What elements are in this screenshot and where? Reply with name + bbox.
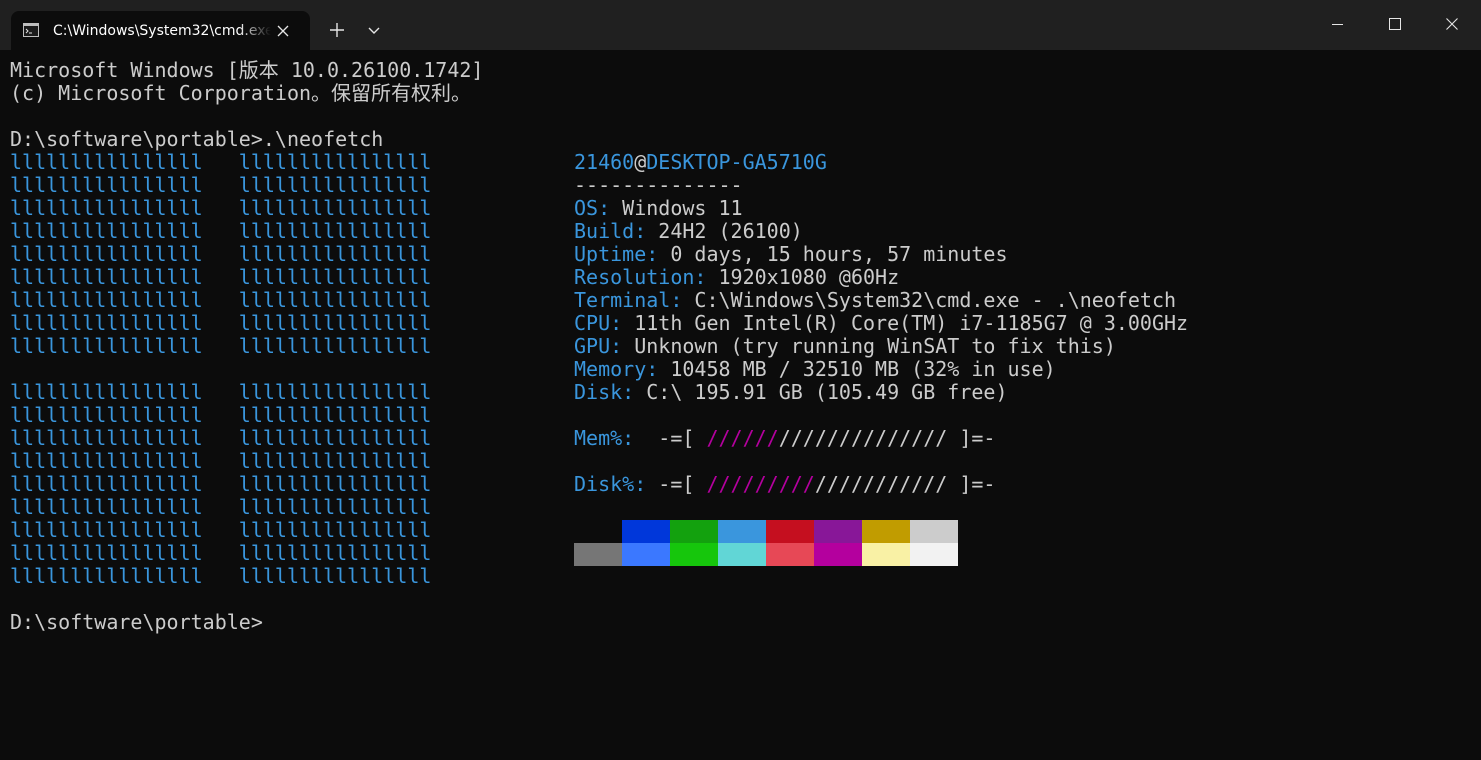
terminal-window: C:\Windows\System32\cmd.exe Microsoft Wi… (0, 0, 1481, 760)
info-os: OS: Windows 11 (574, 196, 743, 220)
color-swatch (910, 543, 958, 566)
info-resolution: Resolution: 1920x1080 @60Hz (574, 265, 900, 289)
mem-free-segment: ////////////// (778, 426, 948, 450)
plus-icon (330, 23, 344, 37)
color-swatch (718, 520, 766, 543)
prompt-line[interactable]: D:\software\portable> (10, 611, 263, 634)
tab-cmd[interactable]: C:\Windows\System32\cmd.exe (11, 11, 310, 50)
palette-row-dark (574, 520, 958, 543)
windows-logo-ascii: llllllllllllllll llllllllllllllll llllll… (10, 151, 431, 588)
at-sign: @ (634, 150, 647, 174)
logo-row: llllllllllllllll llllllllllllllll (10, 311, 432, 335)
info-memory: Memory: 10458 MB / 32510 MB (32% in use) (574, 357, 1056, 381)
logo-row: llllllllllllllll llllllllllllllll (10, 265, 432, 289)
command-line: D:\software\portable>.\neofetch (10, 127, 384, 151)
logo-row: llllllllllllllll llllllllllllllll (10, 173, 432, 197)
logo-row: llllllllllllllll llllllllllllllll (10, 403, 432, 427)
tab-title: C:\Windows\System32\cmd.exe (53, 23, 271, 39)
logo-row: llllllllllllllll llllllllllllllll (10, 242, 432, 266)
logo-row: llllllllllllllll llllllllllllllll (10, 380, 432, 404)
system-info: 21460@DESKTOP-GA5710G -------------- OS:… (574, 151, 1188, 496)
logo-row: llllllllllllllll llllllllllllllll (10, 219, 432, 243)
color-swatch (910, 520, 958, 543)
logo-row: llllllllllllllll llllllllllllllll (10, 196, 432, 220)
mem-used-segment: ////// (706, 426, 779, 450)
info-uptime: Uptime: 0 days, 15 hours, 57 minutes (574, 242, 1008, 266)
info-build: Build: 24H2 (26100) (574, 219, 803, 243)
info-gpu: GPU: Unknown (try running WinSAT to fix … (574, 334, 1116, 358)
color-swatch (670, 520, 718, 543)
logo-row: llllllllllllllll llllllllllllllll (10, 288, 432, 312)
new-tab-button[interactable] (321, 14, 353, 46)
color-swatch (670, 543, 718, 566)
version-line: Microsoft Windows [版本 10.0.26100.1742] (10, 58, 484, 82)
logo-row: llllllllllllllll llllllllllllllll (10, 150, 432, 174)
color-swatch (814, 543, 862, 566)
logo-row: llllllllllllllll llllllllllllllll (10, 472, 432, 496)
close-icon (1446, 18, 1458, 30)
disk-free-segment: /////////// (814, 472, 948, 496)
logo-gap (10, 358, 431, 381)
cmd-icon (23, 23, 39, 37)
close-window-button[interactable] (1423, 0, 1481, 50)
color-swatch (814, 520, 862, 543)
color-swatch (718, 543, 766, 566)
color-swatch (862, 543, 910, 566)
maximize-button[interactable] (1366, 0, 1424, 50)
info-disk: Disk: C:\ 195.91 GB (105.49 GB free) (574, 380, 1008, 404)
color-swatch (766, 543, 814, 566)
disk-usage-bar: Disk%: -=[ //////////////////// ]=- (574, 472, 996, 496)
color-swatch (622, 520, 670, 543)
terminal-content[interactable]: Microsoft Windows [版本 10.0.26100.1742] (… (0, 50, 1481, 760)
tab-close-icon[interactable] (273, 21, 293, 41)
color-palette (574, 520, 958, 566)
hostname: DESKTOP-GA5710G (646, 150, 827, 174)
color-swatch (574, 543, 622, 566)
user-host-line: 21460@DESKTOP-GA5710G (574, 151, 1188, 174)
palette-row-bright (574, 543, 958, 566)
logo-row: llllllllllllllll llllllllllllllll (10, 564, 432, 588)
mem-usage-bar: Mem%: -=[ //////////////////// ]=- (574, 426, 996, 450)
logo-row: llllllllllllllll llllllllllllllll (10, 495, 432, 519)
chevron-down-icon (368, 27, 380, 34)
title-bar[interactable]: C:\Windows\System32\cmd.exe (0, 0, 1481, 50)
logo-row: llllllllllllllll llllllllllllllll (10, 518, 432, 542)
logo-row: llllllllllllllll llllllllllllllll (10, 426, 432, 450)
maximize-icon (1389, 18, 1401, 30)
logo-row: llllllllllllllll llllllllllllllll (10, 334, 432, 358)
info-cpu: CPU: 11th Gen Intel(R) Core(TM) i7-1185G… (574, 311, 1189, 335)
username: 21460 (574, 150, 635, 174)
copyright-line: (c) Microsoft Corporation。保留所有权利。 (10, 81, 472, 105)
color-swatch (574, 520, 622, 543)
separator-line: -------------- (574, 173, 743, 197)
color-swatch (862, 520, 910, 543)
disk-used-segment: ///////// (706, 472, 815, 496)
tab-dropdown-button[interactable] (358, 14, 390, 46)
logo-row: llllllllllllllll llllllllllllllll (10, 449, 432, 473)
info-terminal: Terminal: C:\Windows\System32\cmd.exe - … (574, 288, 1177, 312)
color-swatch (622, 543, 670, 566)
color-swatch (766, 520, 814, 543)
logo-row: llllllllllllllll llllllllllllllll (10, 541, 432, 565)
minimize-button[interactable] (1308, 0, 1366, 50)
